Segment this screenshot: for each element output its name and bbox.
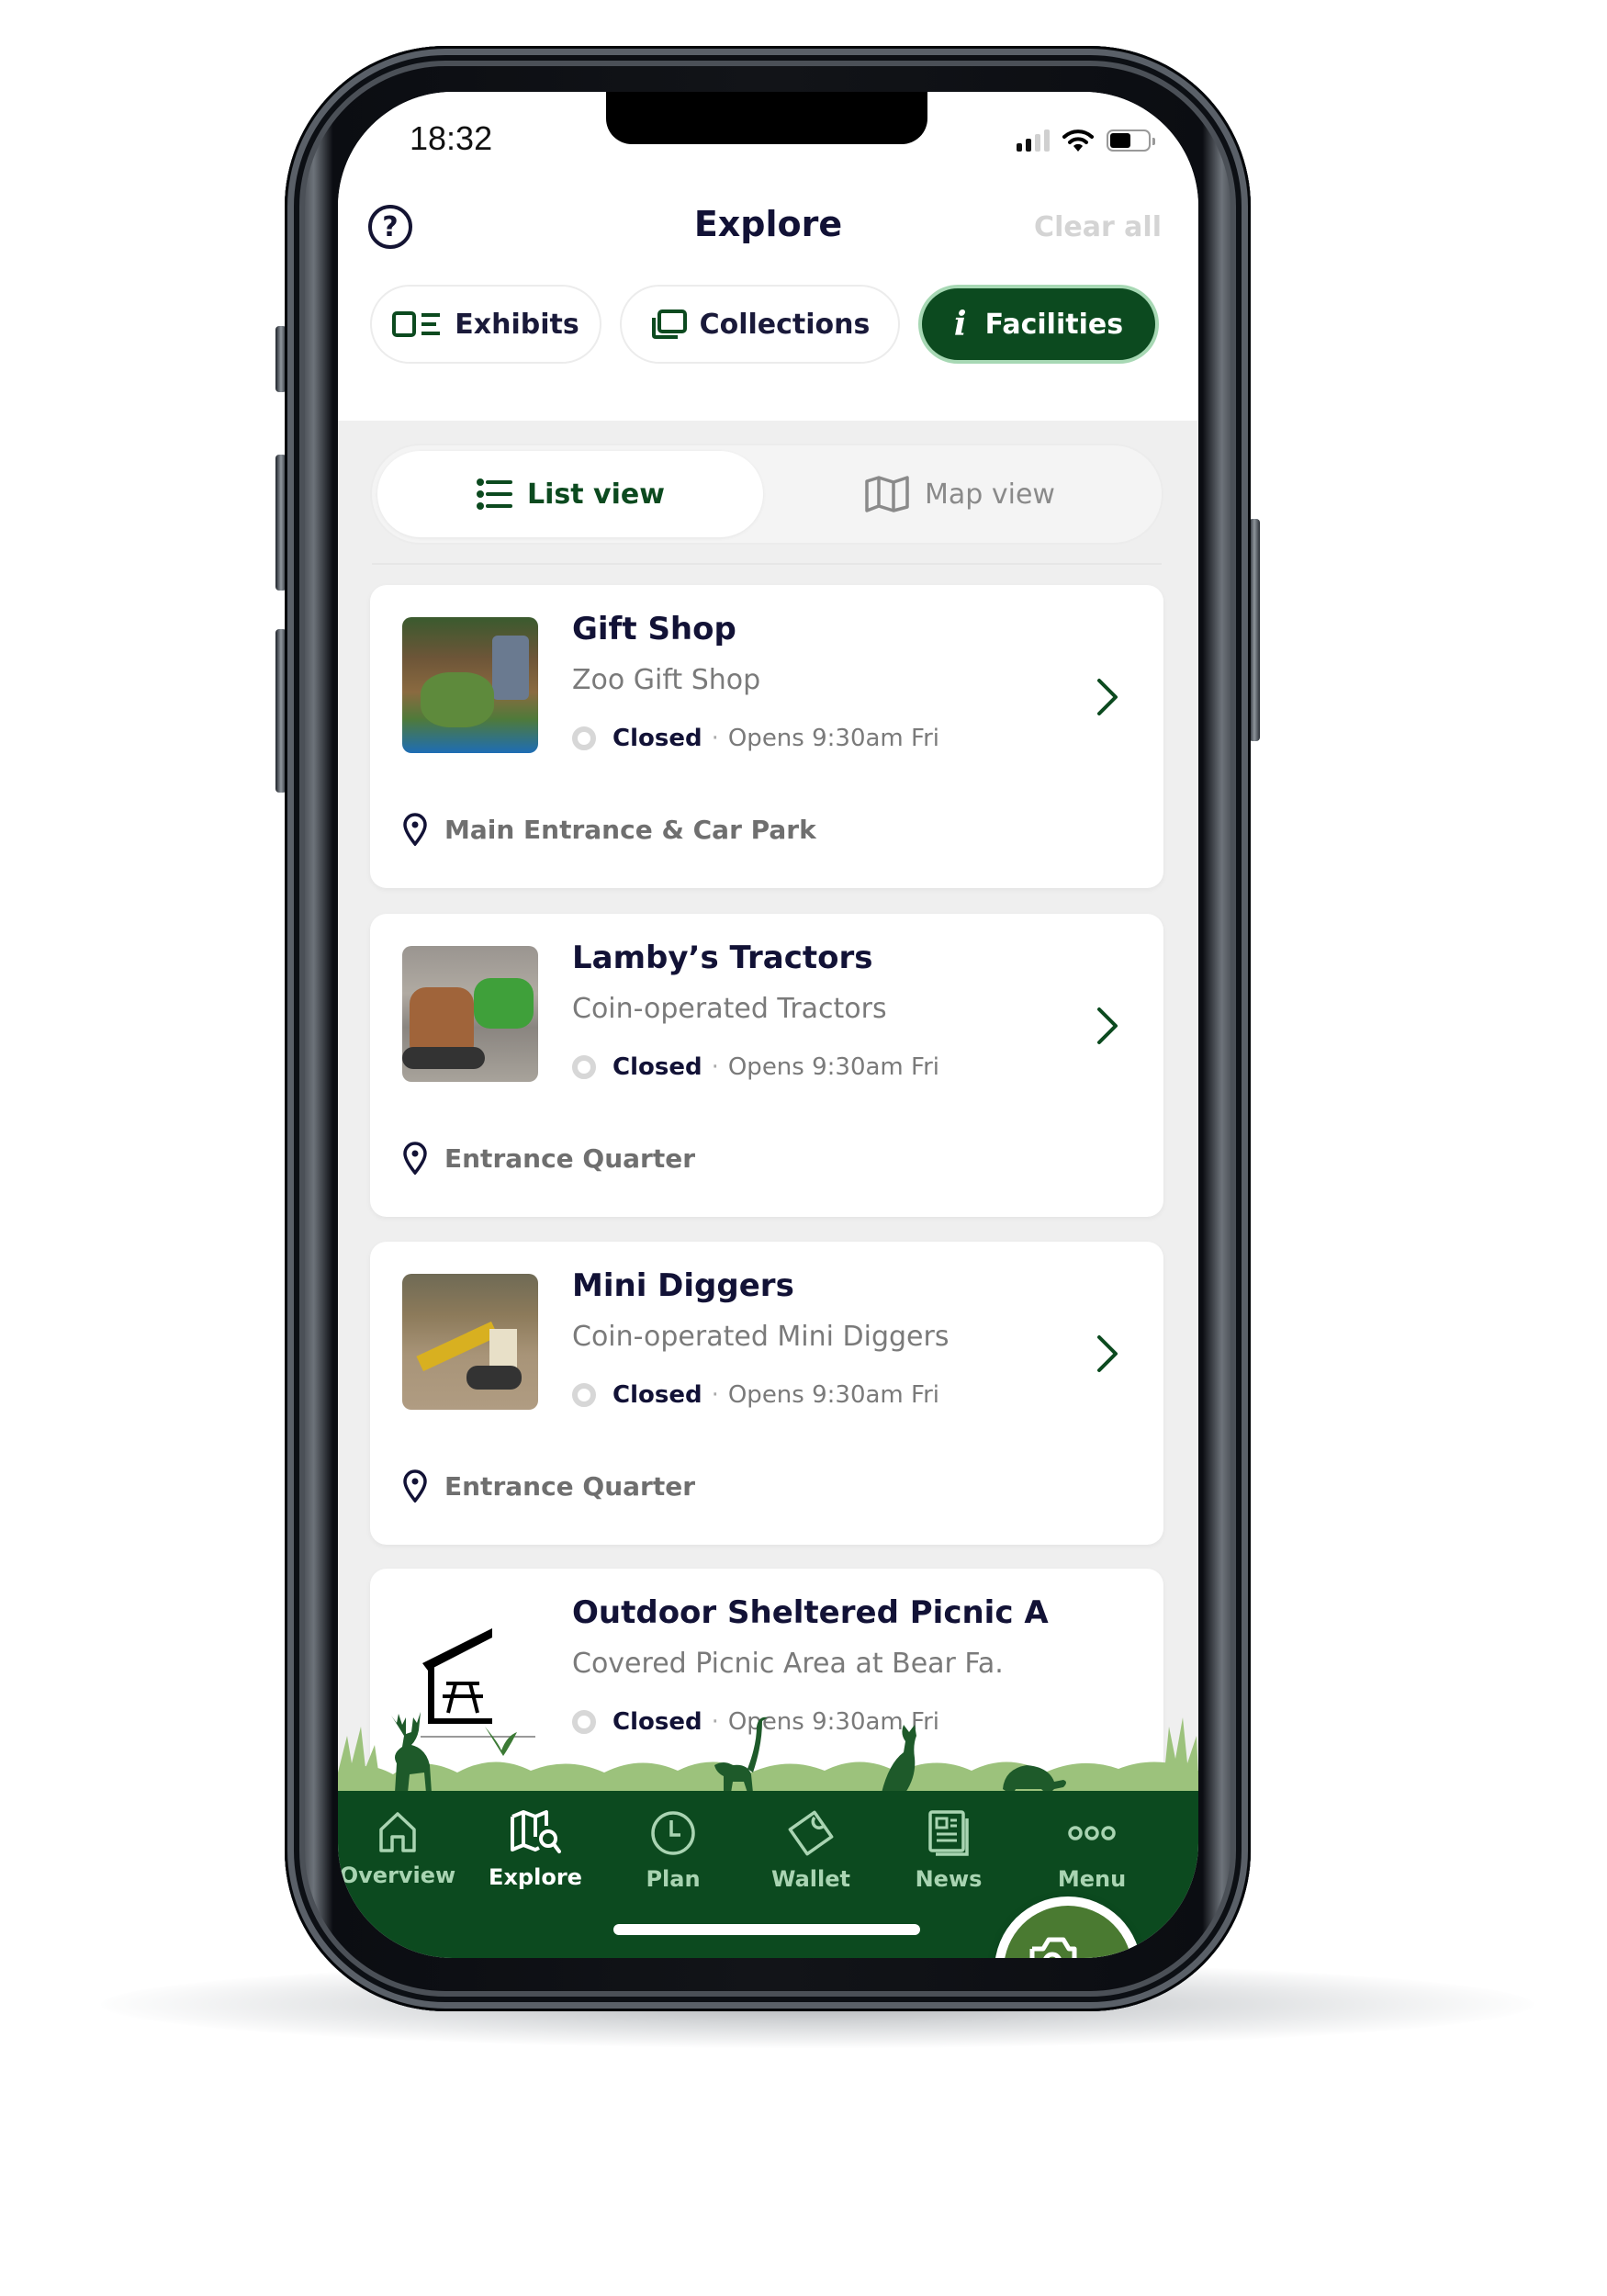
- facility-card[interactable]: Mini Diggers Coin-operated Mini Diggers …: [370, 1242, 1163, 1545]
- camera-scan-icon: [1029, 1937, 1077, 1958]
- facility-status: Closed · Opens 9:30am Fri: [572, 1708, 939, 1736]
- info-icon: i: [953, 305, 967, 343]
- opening-time: Opens 9:30am Fri: [727, 1053, 939, 1081]
- facility-status: Closed · Opens 9:30am Fri: [572, 1053, 939, 1081]
- opening-time: Opens 9:30am Fri: [727, 725, 939, 752]
- status-label: Closed: [612, 1708, 702, 1736]
- status-dot-icon: [572, 1710, 596, 1734]
- list-view-button[interactable]: List view: [377, 451, 763, 537]
- facility-subtitle: Covered Picnic Area at Bear Fa.: [572, 1648, 1004, 1680]
- signal-icon: [1017, 129, 1050, 152]
- separator: ·: [711, 1053, 719, 1081]
- location-pin-icon: [403, 1142, 427, 1175]
- facility-location: Entrance Quarter: [402, 1142, 695, 1175]
- nav-label: Wallet: [770, 1866, 850, 1892]
- tab-collections[interactable]: Collections: [620, 285, 900, 364]
- home-indicator[interactable]: [613, 1924, 920, 1935]
- status-time: 18:32: [410, 119, 493, 157]
- nav-wallet[interactable]: Wallet: [751, 1809, 871, 1892]
- opening-time: Opens 9:30am Fri: [727, 1381, 939, 1409]
- chevron-right-icon[interactable]: [1096, 1006, 1119, 1046]
- opening-time: Opens 9:30am Fri: [727, 1708, 939, 1736]
- status-dot-icon: [572, 726, 596, 750]
- facility-location: Main Entrance & Car Park: [402, 813, 816, 846]
- tab-label: Facilities: [984, 308, 1124, 341]
- separator: ·: [711, 725, 719, 752]
- facility-location: Entrance Quarter: [402, 1469, 695, 1503]
- location-label: Main Entrance & Car Park: [444, 814, 816, 845]
- status-dot-icon: [572, 1383, 596, 1407]
- nav-menu[interactable]: Menu: [1032, 1809, 1152, 1892]
- location-pin-icon: [403, 1469, 427, 1503]
- status-label: Closed: [612, 725, 702, 752]
- view-toggle: List view Map view: [372, 445, 1162, 543]
- list-icon: [477, 478, 513, 510]
- tab-exhibits[interactable]: Exhibits: [370, 285, 601, 364]
- facility-status: Closed · Opens 9:30am Fri: [572, 725, 939, 752]
- ticket-icon: [788, 1810, 834, 1856]
- nav-overview[interactable]: Overview: [338, 1809, 457, 1888]
- nav-label: News: [915, 1866, 983, 1892]
- more-dots-icon: [1068, 1826, 1116, 1840]
- facility-card[interactable]: Gift Shop Zoo Gift Shop Closed · Opens 9…: [370, 585, 1163, 888]
- separator: ·: [711, 1708, 719, 1736]
- explore-header: ? Explore Clear all Exhibits Collections…: [338, 184, 1198, 421]
- chevron-right-icon[interactable]: [1096, 1334, 1119, 1374]
- facility-subtitle: Zoo Gift Shop: [572, 664, 761, 696]
- tab-label: Collections: [699, 308, 871, 341]
- clear-all-button[interactable]: Clear all: [1034, 211, 1162, 243]
- tab-facilities[interactable]: i Facilities: [918, 285, 1159, 364]
- map-search-icon: [511, 1810, 561, 1853]
- map-icon: [865, 476, 909, 512]
- exhibits-list-icon: [392, 311, 441, 337]
- facility-title: Lamby’s Tractors: [572, 940, 873, 976]
- status-dot-icon: [572, 1055, 596, 1079]
- picnic-shelter-icon: [421, 1628, 535, 1738]
- nav-label: Overview: [339, 1863, 456, 1888]
- phone-screen: 18:32 ? Explore Clear all Exhibits Colle…: [338, 92, 1198, 1958]
- collections-stack-icon: [651, 310, 687, 339]
- mini-diggers-photo: [402, 1274, 538, 1410]
- nav-label: Plan: [646, 1866, 701, 1892]
- clock-icon: [651, 1811, 695, 1855]
- status-label: Closed: [612, 1381, 702, 1409]
- nav-label: Explore: [489, 1864, 582, 1890]
- nav-label: Menu: [1057, 1866, 1127, 1892]
- facility-status: Closed · Opens 9:30am Fri: [572, 1381, 939, 1409]
- home-icon: [379, 1812, 416, 1852]
- facility-title: Gift Shop: [572, 611, 736, 647]
- map-view-button[interactable]: Map view: [767, 451, 1152, 537]
- newspaper-icon: [928, 1810, 969, 1856]
- location-pin-icon: [403, 813, 427, 846]
- facility-subtitle: Coin-operated Tractors: [572, 993, 887, 1025]
- list-view-label: List view: [527, 478, 665, 511]
- status-label: Closed: [612, 1053, 702, 1081]
- facility-subtitle: Coin-operated Mini Diggers: [572, 1321, 950, 1353]
- map-view-label: Map view: [925, 478, 1055, 511]
- divider: [372, 563, 1162, 565]
- nav-explore[interactable]: Explore: [476, 1809, 595, 1890]
- tab-label: Exhibits: [455, 308, 579, 341]
- location-label: Entrance Quarter: [444, 1142, 696, 1174]
- gift-shop-photo: [402, 617, 538, 753]
- separator: ·: [711, 1381, 719, 1409]
- facility-card[interactable]: Lamby’s Tractors Coin-operated Tractors …: [370, 914, 1163, 1217]
- wifi-icon: [1062, 129, 1094, 152]
- notch: [606, 92, 927, 144]
- chevron-right-icon[interactable]: [1096, 677, 1119, 717]
- location-label: Entrance Quarter: [444, 1470, 696, 1502]
- facilities-list-area: List view Map view Gift Shop Zoo Gift Sh…: [338, 421, 1198, 1958]
- battery-icon: [1107, 129, 1155, 152]
- tractors-photo: [402, 946, 538, 1082]
- facility-title: Outdoor Sheltered Picnic A: [572, 1594, 1049, 1631]
- facility-title: Mini Diggers: [572, 1267, 794, 1304]
- nav-plan[interactable]: Plan: [613, 1809, 733, 1892]
- nav-news[interactable]: News: [889, 1809, 1008, 1892]
